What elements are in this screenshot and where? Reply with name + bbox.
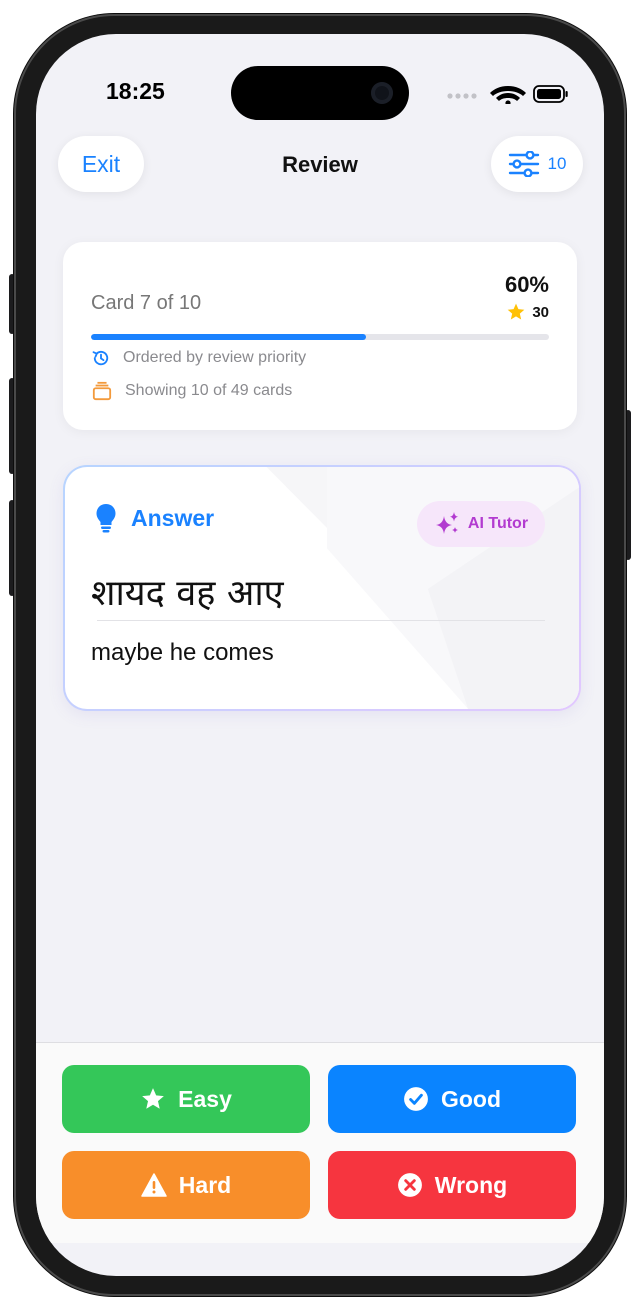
answer-english-text: maybe he comes: [91, 639, 274, 666]
cellular-signal-icon: [447, 93, 477, 99]
checkmark-circle-icon: [404, 1087, 428, 1111]
phone-frame: 18:25 Exit Review 10 Card 7 of 10 60% 30…: [14, 14, 626, 1296]
dynamic-island: [231, 66, 409, 120]
card-count: Card 7 of 10: [91, 292, 202, 314]
answer-header: Answer: [95, 503, 214, 533]
sliders-icon: [508, 151, 539, 177]
easy-button[interactable]: Easy: [62, 1065, 310, 1133]
progress-fill: [91, 334, 366, 340]
good-button[interactable]: Good: [328, 1065, 576, 1133]
warning-triangle-icon: [141, 1173, 167, 1197]
screen: 18:25 Exit Review 10 Card 7 of 10 60% 30…: [36, 34, 604, 1276]
ai-tutor-label: AI Tutor: [467, 515, 529, 532]
sparkles-icon: [435, 512, 458, 534]
order-text: Ordered by review priority: [123, 349, 307, 366]
easy-label: Easy: [178, 1085, 232, 1112]
hard-button[interactable]: Hard: [62, 1151, 310, 1219]
card-stack-icon: [92, 381, 112, 401]
answer-divider: [97, 620, 545, 621]
star-icon: [142, 1088, 164, 1109]
wifi-icon: [490, 86, 526, 104]
progress-bar: [91, 334, 549, 340]
status-time: 18:25: [106, 78, 165, 104]
showing-info: Showing 10 of 49 cards: [91, 381, 292, 401]
progress-card: Card 7 of 10 60% 30 Ordered by review pr…: [63, 242, 577, 430]
answer-label: Answer: [131, 504, 215, 531]
grading-panel: Easy Good Hard Wrong: [36, 1042, 604, 1243]
showing-text: Showing 10 of 49 cards: [125, 382, 293, 399]
battery-icon: [533, 85, 568, 103]
filter-count: 10: [547, 154, 567, 173]
stars-count-row: 30: [506, 302, 549, 322]
status-icons: [447, 85, 568, 104]
history-icon: [92, 350, 109, 366]
answer-hindi-text: शायद वह आए: [91, 573, 284, 614]
filter-button[interactable]: 10: [491, 136, 583, 192]
wrong-button[interactable]: Wrong: [328, 1151, 576, 1219]
x-circle-icon: [397, 1173, 422, 1197]
answer-card[interactable]: Answer AI Tutor शायद वह आए maybe he come…: [63, 465, 581, 711]
ai-tutor-button[interactable]: AI Tutor: [417, 501, 545, 547]
front-camera: [371, 82, 393, 104]
wrong-label: Wrong: [434, 1171, 508, 1198]
order-info: Ordered by review priority: [91, 348, 306, 368]
stars-count: 30: [532, 303, 549, 321]
star-icon: [507, 303, 525, 320]
hard-label: Hard: [178, 1171, 232, 1198]
progress-percent: 60%: [504, 272, 549, 297]
good-label: Good: [440, 1085, 502, 1112]
lightbulb-icon: [96, 504, 116, 533]
